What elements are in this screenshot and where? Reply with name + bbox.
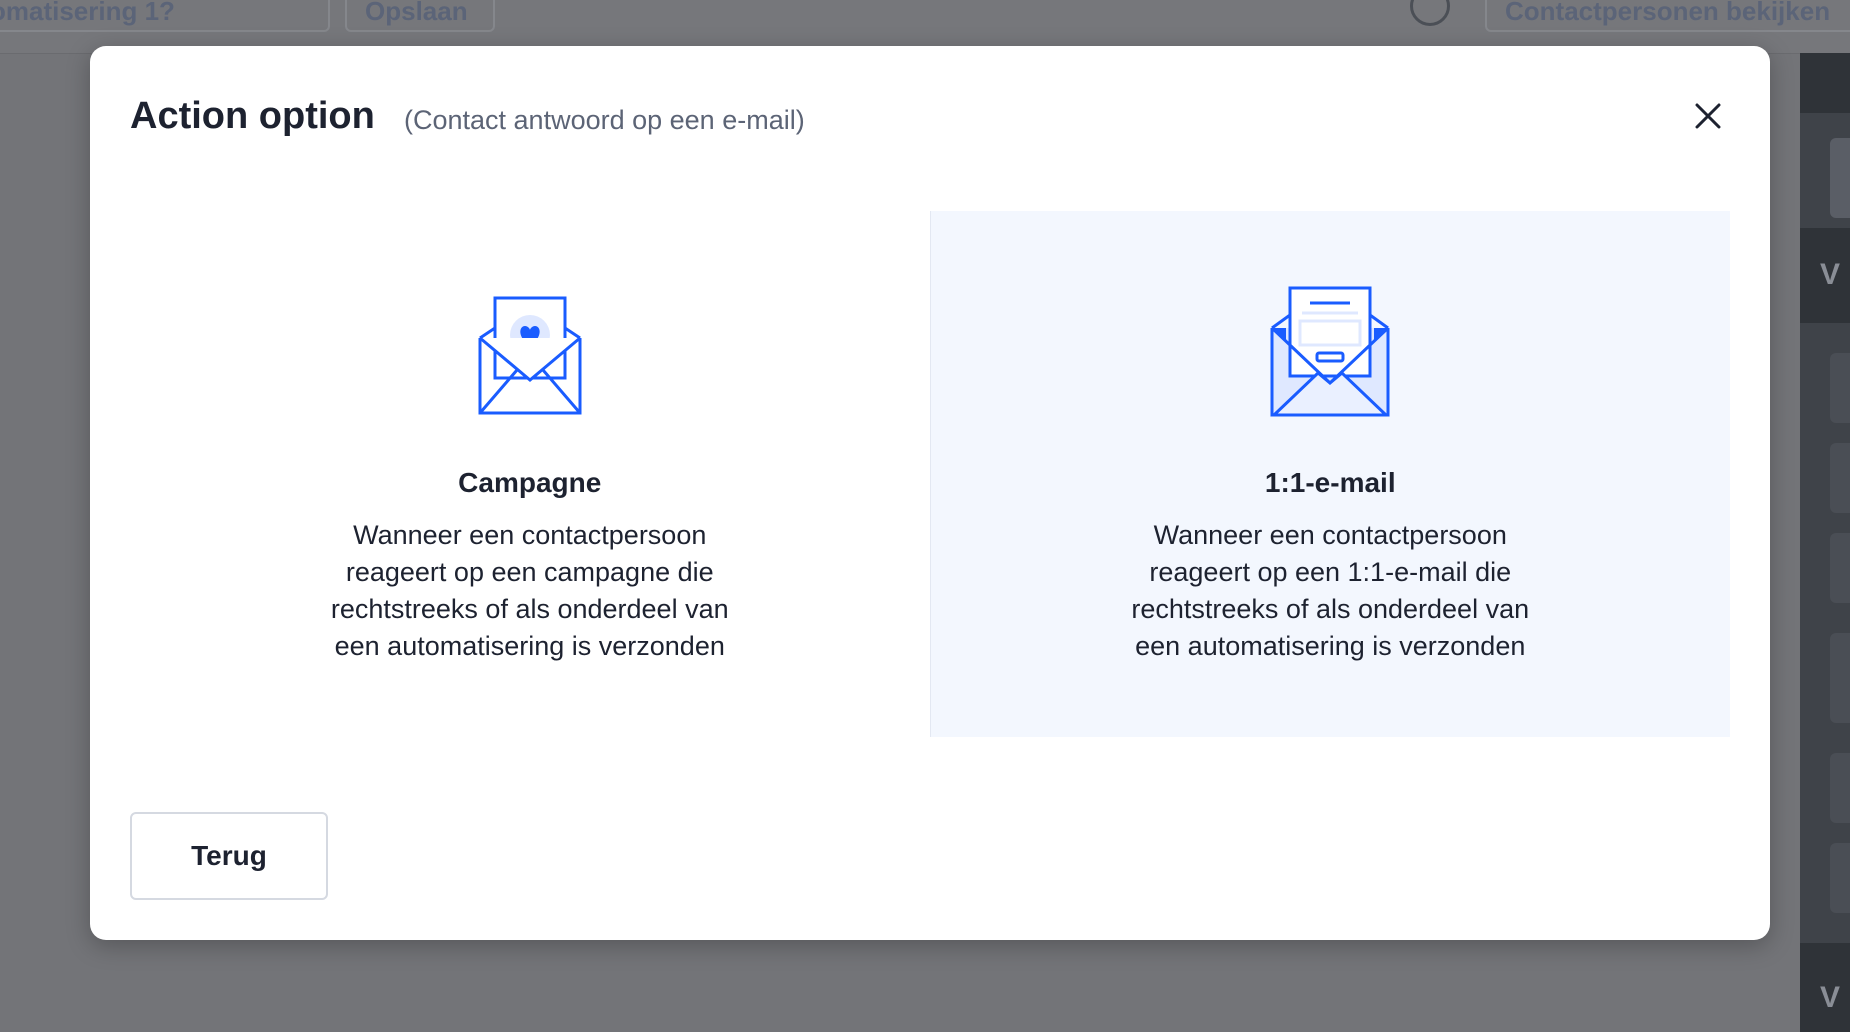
option-description: Wanneer een contactpersoon reageert op e… (1131, 520, 1530, 661)
envelope-heart-icon (460, 283, 600, 423)
background-view-contacts-button: Contactpersonen bekijken (1485, 0, 1850, 32)
action-options: Campagne Wanneer een contactpersoon reag… (130, 211, 1730, 737)
side-panel-label: V (1820, 258, 1841, 291)
background-side-panel: V V (1800, 53, 1850, 1032)
action-option-modal: Action option (Contact antwoord op een e… (90, 46, 1770, 940)
modal-subtitle: (Contact antwoord op een e-mail) (404, 105, 805, 135)
option-description: Wanneer een contactpersoon reageert op e… (330, 520, 729, 661)
close-button[interactable] (1690, 98, 1726, 134)
background-save-button: Opslaan (345, 0, 495, 32)
option-campaign[interactable]: Campagne Wanneer een contactpersoon reag… (130, 211, 930, 737)
modal-header: Action option (Contact antwoord op een e… (130, 86, 1730, 146)
close-icon (1695, 103, 1721, 129)
envelope-letter-icon (1260, 283, 1400, 423)
option-one-to-one-email[interactable]: 1:1-e-mail Wanneer een contactpersoon re… (929, 211, 1730, 737)
modal-title: Action option (130, 95, 375, 137)
side-panel-label: V (1820, 981, 1841, 1014)
back-button[interactable]: Terug (130, 812, 328, 900)
option-title: Campagne (458, 467, 602, 498)
option-title: 1:1-e-mail (1264, 467, 1396, 498)
background-automation-button: omatisering 1? (0, 0, 330, 32)
history-icon (1410, 0, 1450, 26)
